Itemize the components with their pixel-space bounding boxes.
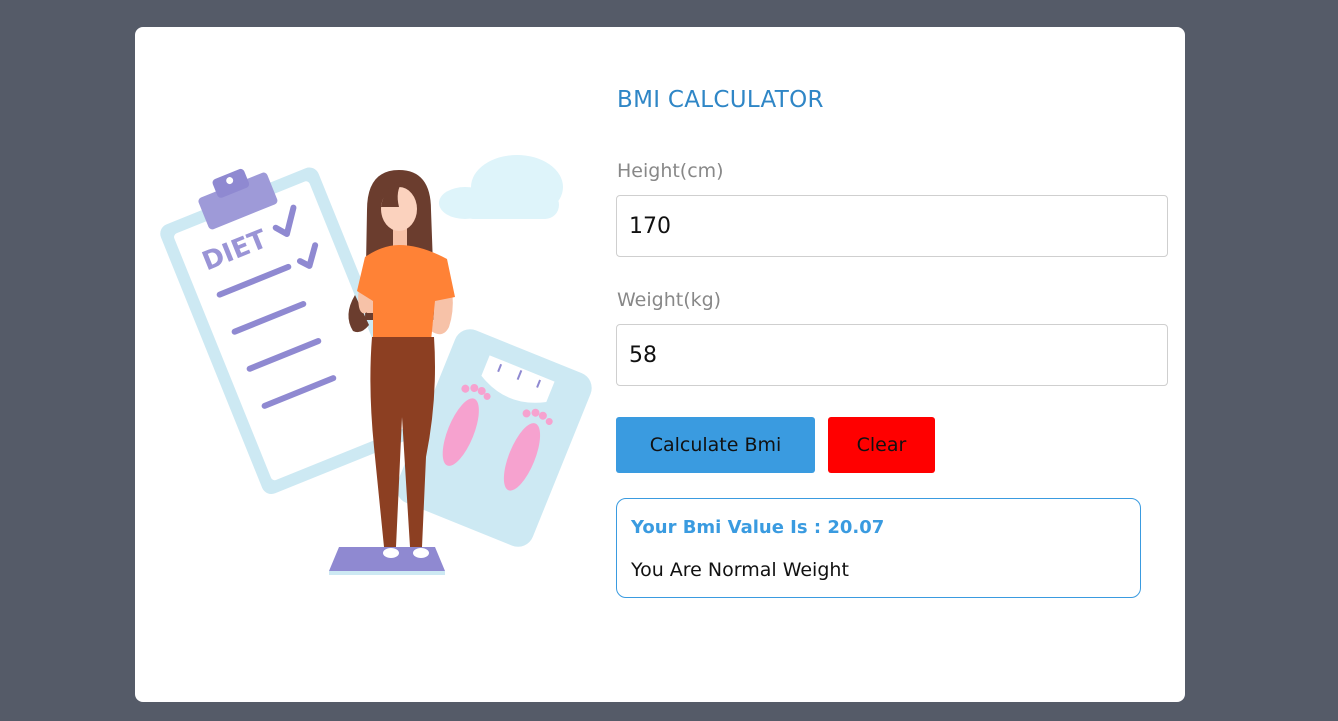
- diet-scale-illustration: DIET: [160, 155, 592, 575]
- bmi-status-text: You Are Normal Weight: [631, 559, 849, 581]
- calculate-bmi-button[interactable]: Calculate Bmi: [616, 417, 815, 473]
- cloud-shape: [439, 155, 563, 219]
- bmi-card: DIET BMI CALCULATOR Height(cm) 170 Weigh…: [135, 27, 1185, 702]
- clear-button[interactable]: Clear: [828, 417, 935, 473]
- weight-label: Weight(kg): [617, 289, 722, 311]
- weight-input[interactable]: [616, 324, 1168, 386]
- page-title: BMI CALCULATOR: [617, 87, 824, 113]
- bmi-value-text: Your Bmi Value Is : 20.07: [631, 517, 885, 538]
- height-label: Height(cm): [617, 160, 724, 182]
- height-input[interactable]: [616, 195, 1168, 257]
- bmi-result-box: Your Bmi Value Is : 20.07 You Are Normal…: [616, 498, 1141, 598]
